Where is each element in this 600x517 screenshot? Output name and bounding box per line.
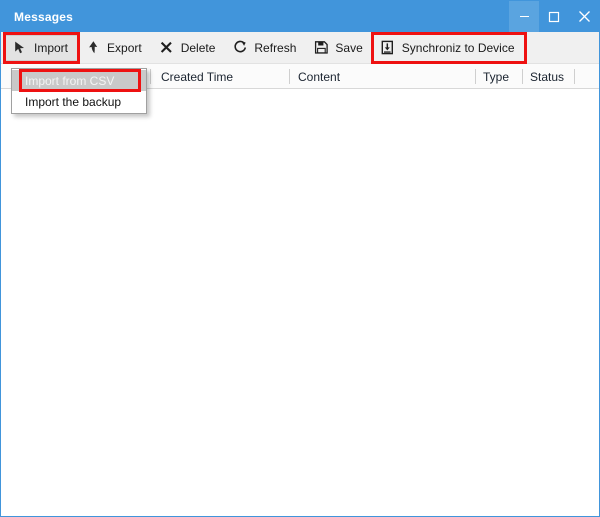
refresh-button-label: Refresh <box>254 41 296 55</box>
column-separator <box>289 69 290 84</box>
column-header-content[interactable]: Content <box>298 64 340 89</box>
save-button[interactable]: Save <box>306 35 372 61</box>
minimize-button[interactable] <box>509 1 539 32</box>
delete-button[interactable]: Delete <box>152 35 226 61</box>
title-bar: Messages <box>1 1 599 32</box>
close-button[interactable] <box>569 1 599 32</box>
column-header-created-time[interactable]: Created Time <box>161 64 233 89</box>
save-button-label: Save <box>335 41 362 55</box>
import-dropdown-menu: Import from CSV Import the backup <box>11 68 147 114</box>
maximize-button[interactable] <box>539 1 569 32</box>
export-button[interactable]: Export <box>78 35 152 61</box>
menu-item-import-from-csv[interactable]: Import from CSV <box>12 70 146 91</box>
messages-window: Messages <box>0 0 600 517</box>
column-separator <box>522 69 523 84</box>
close-x-icon <box>159 40 175 56</box>
synchronize-to-device-button[interactable]: Synchroniz to Device <box>373 35 525 61</box>
message-list[interactable] <box>1 89 599 478</box>
toolbar: Import Export Delete <box>1 32 599 64</box>
maximize-icon <box>548 11 560 23</box>
device-sync-icon <box>380 40 396 56</box>
column-separator <box>475 69 476 84</box>
export-button-label: Export <box>107 41 142 55</box>
column-header-status[interactable]: Status <box>530 64 564 89</box>
column-separator <box>574 69 575 84</box>
column-header-type[interactable]: Type <box>483 64 509 89</box>
delete-button-label: Delete <box>181 41 216 55</box>
synchronize-to-device-button-label: Synchroniz to Device <box>402 41 515 55</box>
window-title: Messages <box>1 10 73 24</box>
refresh-button[interactable]: Refresh <box>225 35 306 61</box>
column-separator <box>150 69 151 84</box>
export-arrow-icon <box>85 40 101 56</box>
floppy-disk-icon <box>313 40 329 56</box>
close-icon <box>578 10 591 23</box>
import-button[interactable]: Import <box>5 35 78 61</box>
menu-item-label: Import from CSV <box>25 74 114 88</box>
menu-item-import-the-backup[interactable]: Import the backup <box>12 91 146 112</box>
import-arrow-icon <box>12 40 28 56</box>
refresh-circular-arrow-icon <box>232 40 248 56</box>
import-button-label: Import <box>34 41 68 55</box>
menu-item-label: Import the backup <box>25 95 121 109</box>
minimize-icon <box>519 11 530 22</box>
window-controls <box>509 1 599 32</box>
